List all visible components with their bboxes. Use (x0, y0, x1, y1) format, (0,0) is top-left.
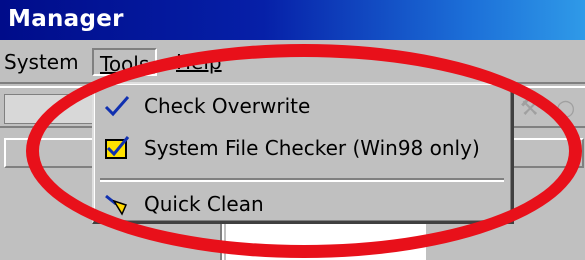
menu-item-system-file-checker[interactable]: System File Checker (Win98 only) (94, 130, 510, 166)
menu-item-label: Quick Clean (144, 192, 264, 216)
menu-item-label: Check Overwrite (144, 94, 311, 118)
checkmark-icon (104, 96, 130, 117)
menu-tools-label: Tools (100, 52, 150, 76)
menu-item-check-overwrite[interactable]: Check Overwrite (94, 88, 510, 124)
menu-help-label: Help (176, 50, 222, 74)
toolbar-tool-icon[interactable]: ⚒ (520, 96, 540, 121)
menu-help[interactable]: Help (172, 48, 226, 76)
title-bar: Manager (0, 0, 585, 40)
menu-tools[interactable]: Tools (92, 48, 158, 76)
tools-dropdown-menu: Check Overwrite System File Checker (Win… (92, 82, 514, 224)
menu-system[interactable]: System (0, 48, 83, 76)
toolbar-disc-icon[interactable]: ○ (556, 96, 575, 121)
broom-icon (105, 194, 128, 216)
menu-separator (100, 178, 504, 182)
menu-item-quick-clean[interactable]: Quick Clean (94, 186, 510, 222)
menu-bar: System Tools Help (0, 40, 585, 84)
toolbar-field[interactable] (4, 94, 96, 124)
window-title: Manager (8, 6, 124, 32)
menu-item-label: System File Checker (Win98 only) (144, 136, 480, 160)
checkbox-checked-icon (105, 136, 130, 159)
